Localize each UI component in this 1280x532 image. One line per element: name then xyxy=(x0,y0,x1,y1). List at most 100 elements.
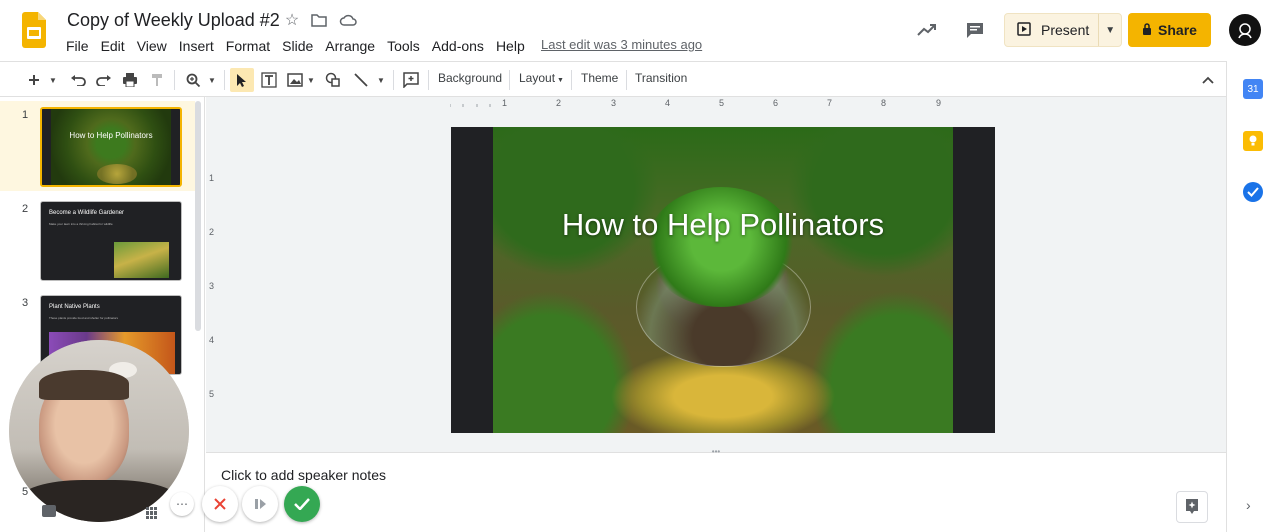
toolbar-divider xyxy=(428,70,429,90)
layout-label: Layout xyxy=(519,71,556,85)
account-avatar[interactable] xyxy=(1229,14,1261,46)
ruler-label: 8 xyxy=(881,98,887,108)
present-options-chevron-icon[interactable]: ▼ xyxy=(1099,25,1121,36)
slide-number: 2 xyxy=(22,203,29,215)
menu-add-ons[interactable]: Add-ons xyxy=(426,36,490,56)
menu-edit[interactable]: Edit xyxy=(95,36,131,56)
filmstrip-slide-1[interactable]: 1 How to Help Pollinators xyxy=(0,101,195,191)
menu-bar: File Edit View Insert Format Slide Arran… xyxy=(60,36,531,56)
lock-icon xyxy=(1142,22,1152,38)
slide-thumbnail[interactable]: Become a Wildlife Gardener Make your law… xyxy=(40,201,182,281)
garden-image xyxy=(114,242,169,278)
share-button[interactable]: Share xyxy=(1128,13,1211,47)
redo-icon[interactable] xyxy=(93,68,115,92)
finish-recording-check-icon[interactable] xyxy=(284,486,320,522)
slide-thumbnail[interactable]: How to Help Pollinators xyxy=(40,107,182,187)
theme-button[interactable]: Theme xyxy=(581,71,618,85)
layout-button[interactable]: Layout ▼ xyxy=(519,71,564,85)
pause-recording-icon[interactable] xyxy=(242,486,278,522)
present-icon xyxy=(1017,21,1031,39)
ruler-label: 6 xyxy=(773,98,779,108)
ruler-label: 2 xyxy=(209,227,215,237)
vertical-ruler[interactable]: 1 2 3 4 5 xyxy=(206,127,218,427)
ruler-label: 4 xyxy=(209,335,215,345)
expand-panel-chevron-right-icon[interactable]: › xyxy=(1246,497,1251,513)
cancel-recording-close-icon[interactable] xyxy=(202,486,238,522)
tasks-icon[interactable] xyxy=(1243,182,1263,202)
slide-number: 1 xyxy=(22,109,29,121)
cloud-status-icon[interactable] xyxy=(338,10,358,30)
present-button[interactable]: Present ▼ xyxy=(1004,13,1122,47)
text-box-icon[interactable] xyxy=(258,68,280,92)
ruler-label: 5 xyxy=(719,98,725,108)
toolbar-divider xyxy=(509,70,510,90)
filmstrip-slide-2[interactable]: 2 Become a Wildlife Gardener Make your l… xyxy=(0,195,195,285)
current-slide[interactable]: How to Help Pollinators xyxy=(451,127,995,433)
paint-format-icon[interactable] xyxy=(146,68,168,92)
menu-arrange[interactable]: Arrange xyxy=(319,36,381,56)
ruler-label: 2 xyxy=(556,98,562,108)
select-cursor-icon[interactable] xyxy=(230,68,254,92)
menu-insert[interactable]: Insert xyxy=(173,36,220,56)
slide-bar-right xyxy=(171,109,180,185)
slide-number: 3 xyxy=(22,297,29,309)
toolbar-divider xyxy=(626,70,627,90)
slide-title[interactable]: How to Help Pollinators xyxy=(451,207,995,243)
layout-chevron-down-icon: ▼ xyxy=(555,77,564,84)
slide-canvas-area: 1 2 3 4 5 6 7 8 9 1 2 3 4 5 How to Help … xyxy=(206,97,1226,452)
line-chevron-down-icon[interactable]: ▼ xyxy=(376,68,386,92)
recorder-more-icon[interactable]: ⋯ xyxy=(170,492,194,516)
ruler-label: 7 xyxy=(827,98,833,108)
activity-trend-icon[interactable] xyxy=(914,17,940,43)
menu-help[interactable]: Help xyxy=(490,36,531,56)
last-edit-link[interactable]: Last edit was 3 minutes ago xyxy=(541,37,702,52)
grid-view-icon[interactable] xyxy=(42,505,56,517)
filmstrip-scrollbar[interactable] xyxy=(195,101,201,331)
slides-logo-icon[interactable] xyxy=(22,12,46,48)
comments-icon[interactable] xyxy=(962,17,988,43)
thumbnail-title: Become a Wildlife Gardener xyxy=(49,210,125,216)
move-folder-icon[interactable] xyxy=(309,10,329,30)
transition-button[interactable]: Transition xyxy=(635,71,687,85)
toolbar-divider xyxy=(571,70,572,90)
menu-file[interactable]: File xyxy=(60,36,95,56)
line-icon[interactable] xyxy=(350,68,372,92)
zoom-chevron-down-icon[interactable]: ▼ xyxy=(206,68,218,92)
menu-tools[interactable]: Tools xyxy=(381,36,426,56)
background-button[interactable]: Background xyxy=(438,71,502,85)
new-slide-plus-icon[interactable] xyxy=(24,68,44,92)
slide-bar-left xyxy=(42,109,51,185)
zoom-icon[interactable] xyxy=(182,68,204,92)
present-main-button[interactable]: Present xyxy=(1005,14,1100,46)
new-slide-chevron-down-icon[interactable]: ▼ xyxy=(46,68,60,92)
menu-slide[interactable]: Slide xyxy=(276,36,319,56)
notes-resize-handle[interactable]: ••• xyxy=(706,448,726,456)
add-comment-icon[interactable] xyxy=(400,68,422,92)
ruler-label: 1 xyxy=(209,173,215,183)
undo-icon[interactable] xyxy=(67,68,89,92)
apps-grid-icon[interactable] xyxy=(146,507,158,519)
menu-view[interactable]: View xyxy=(131,36,173,56)
toolbar: ▼ ▼ ▼ ▼ Background Layout ▼ Theme Transi… xyxy=(0,61,1226,97)
image-icon[interactable] xyxy=(284,68,306,92)
thumbnail-body: Make your lawn into a thriving habitat f… xyxy=(49,222,113,226)
print-icon[interactable] xyxy=(119,68,141,92)
collapse-toolbar-chevron-up-icon[interactable] xyxy=(1198,68,1218,92)
thumbnail-body: These plants provide food and shelter fo… xyxy=(49,316,119,320)
ruler-label: 3 xyxy=(611,98,617,108)
image-chevron-down-icon[interactable]: ▼ xyxy=(306,68,316,92)
star-icon[interactable]: ☆ xyxy=(282,10,302,30)
speaker-notes-placeholder[interactable]: Click to add speaker notes xyxy=(221,467,386,483)
document-title[interactable]: Copy of Weekly Upload #2 xyxy=(67,10,280,31)
shape-icon[interactable] xyxy=(322,68,344,92)
menu-format[interactable]: Format xyxy=(220,36,276,56)
explore-icon[interactable] xyxy=(1176,491,1208,523)
keep-icon[interactable] xyxy=(1243,131,1263,151)
calendar-icon[interactable]: 31 xyxy=(1243,79,1263,99)
speaker-notes[interactable]: ••• Click to add speaker notes xyxy=(206,448,1226,532)
ruler-label: 5 xyxy=(209,389,215,399)
share-label: Share xyxy=(1158,22,1197,38)
thumbnail-title: Plant Native Plants xyxy=(49,304,100,310)
horizontal-ruler[interactable]: 1 2 3 4 5 6 7 8 9 xyxy=(449,98,996,110)
thumbnail-title: How to Help Pollinators xyxy=(69,131,153,140)
